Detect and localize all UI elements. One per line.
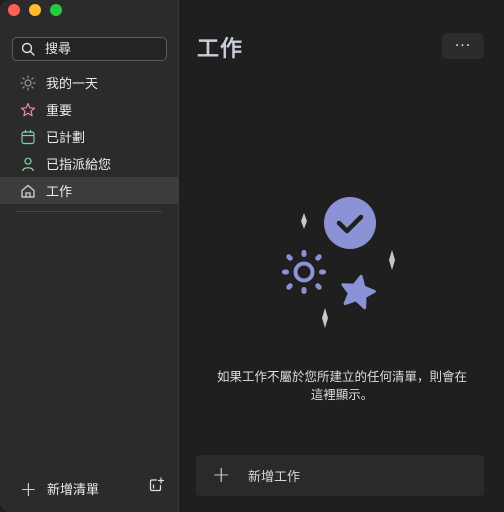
sidebar-item-label: 我的一天: [46, 77, 99, 92]
search-input[interactable]: [45, 41, 155, 57]
plus-icon: +: [20, 476, 37, 501]
sidebar-nav: 我的一天 重要 已計劃 已指派給您 工作: [0, 69, 179, 204]
star-icon: [341, 274, 376, 310]
sidebar-item-planned[interactable]: 已計劃: [0, 123, 179, 150]
window-controls: [8, 4, 62, 16]
sparkle-icon: [322, 308, 328, 328]
sidebar-divider: [16, 211, 162, 212]
more-options-button[interactable]: ···: [442, 33, 484, 59]
calendar-icon: [20, 129, 36, 145]
sidebar-item-label: 工作: [46, 185, 73, 200]
sidebar-item-label: 已指派給您: [46, 158, 112, 173]
sidebar-item-tasks[interactable]: 工作: [0, 177, 179, 204]
sidebar-item-label: 重要: [46, 104, 73, 119]
plus-icon: +: [212, 462, 231, 488]
person-icon: [20, 156, 36, 172]
page-title: 工作: [197, 37, 244, 62]
sidebar-item-my-day[interactable]: 我的一天: [0, 69, 179, 96]
check-circle-icon: [324, 197, 376, 249]
new-list-label: 新增清單: [47, 483, 100, 498]
empty-state-illustration: [282, 197, 395, 328]
add-task-label: 新增工作: [248, 470, 301, 485]
sparkle-icon: [301, 213, 307, 229]
add-task-button[interactable]: + 新增工作: [196, 455, 484, 496]
empty-state-message: 如果工作不屬於您所建立的任何清單，則會在這裡顯示。: [216, 369, 467, 402]
maximize-window-button[interactable]: [50, 4, 62, 16]
new-group-icon: [149, 477, 165, 492]
search-icon: [21, 42, 35, 56]
sidebar-item-label: 已計劃: [46, 131, 86, 146]
home-icon: [20, 183, 36, 199]
app-window: 我的一天 重要 已計劃: [0, 0, 504, 512]
sidebar: 我的一天 重要 已計劃: [0, 0, 179, 512]
star-icon: [20, 102, 36, 118]
main-panel: 工作 ··· 如果工作不屬於您所建立的任何清單，則會在這裡顯示。 + 新增工作: [180, 0, 504, 512]
sun-icon: [282, 250, 326, 294]
sparkle-icon: [389, 250, 395, 270]
new-group-button[interactable]: [148, 477, 165, 497]
close-window-button[interactable]: [8, 4, 20, 16]
search-box[interactable]: [12, 37, 167, 61]
more-icon: ···: [454, 38, 472, 54]
sidebar-item-important[interactable]: 重要: [0, 96, 179, 123]
sidebar-item-assigned[interactable]: 已指派給您: [0, 150, 179, 177]
sun-icon: [20, 74, 36, 91]
minimize-window-button[interactable]: [29, 4, 41, 16]
